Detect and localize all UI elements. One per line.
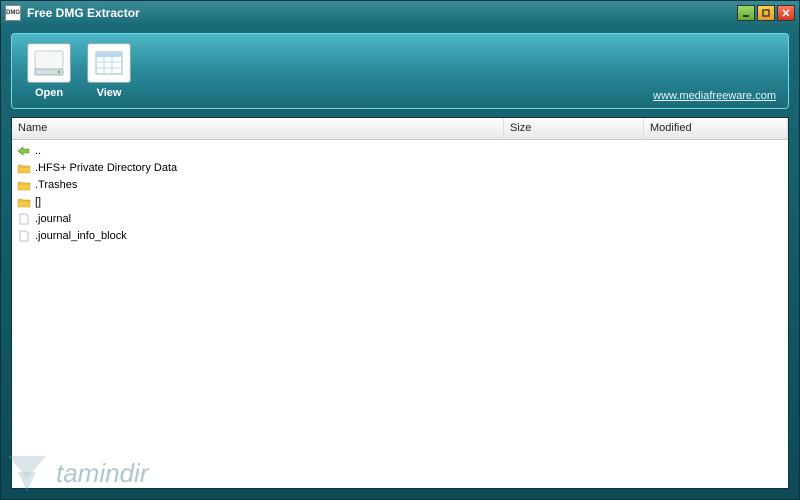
minimize-icon <box>742 9 750 17</box>
window-controls <box>737 5 795 21</box>
file-name: .HFS+ Private Directory Data <box>35 162 515 174</box>
file-icon <box>16 229 32 243</box>
up-arrow-icon <box>16 144 32 158</box>
file-name: .. <box>35 145 515 157</box>
file-list-panel: Name Size Modified .. .HFS+ Private Direc… <box>11 117 789 489</box>
file-name: [] <box>35 196 515 208</box>
open-label: Open <box>35 87 63 99</box>
list-header: Name Size Modified <box>12 118 788 140</box>
folder-row[interactable]: .HFS+ Private Directory Data <box>12 159 788 176</box>
titlebar[interactable]: DMG Free DMG Extractor <box>1 1 799 25</box>
parent-dir-row[interactable]: .. <box>12 142 788 159</box>
column-header-name[interactable]: Name <box>12 118 504 139</box>
minimize-button[interactable] <box>737 5 755 21</box>
file-icon <box>16 212 32 226</box>
app-icon: DMG <box>5 5 21 21</box>
toolbar: Open View www.mediafreeware.com <box>11 33 789 109</box>
list-body[interactable]: .. .HFS+ Private Directory Data .Trashes []… <box>12 140 788 488</box>
drive-icon <box>27 43 71 83</box>
file-row[interactable]: .journal_info_block <box>12 227 788 244</box>
folder-icon <box>16 178 32 192</box>
folder-row[interactable]: .Trashes <box>12 176 788 193</box>
open-button[interactable]: Open <box>22 43 76 99</box>
file-row[interactable]: .journal <box>12 210 788 227</box>
column-header-modified[interactable]: Modified <box>644 118 788 139</box>
close-icon <box>782 9 790 17</box>
column-header-size[interactable]: Size <box>504 118 644 139</box>
maximize-icon <box>762 9 770 17</box>
file-name: .Trashes <box>35 179 515 191</box>
file-name: .journal <box>35 213 515 225</box>
window-title: Free DMG Extractor <box>27 6 737 20</box>
view-button[interactable]: View <box>82 43 136 99</box>
folder-row[interactable]: [] <box>12 193 788 210</box>
maximize-button[interactable] <box>757 5 775 21</box>
close-button[interactable] <box>777 5 795 21</box>
list-view-icon <box>87 43 131 83</box>
view-label: View <box>97 87 122 99</box>
file-name: .journal_info_block <box>35 230 515 242</box>
app-window: DMG Free DMG Extractor Open <box>0 0 800 500</box>
folder-icon <box>16 161 32 175</box>
folder-icon <box>16 195 32 209</box>
website-link[interactable]: www.mediafreeware.com <box>653 90 776 102</box>
